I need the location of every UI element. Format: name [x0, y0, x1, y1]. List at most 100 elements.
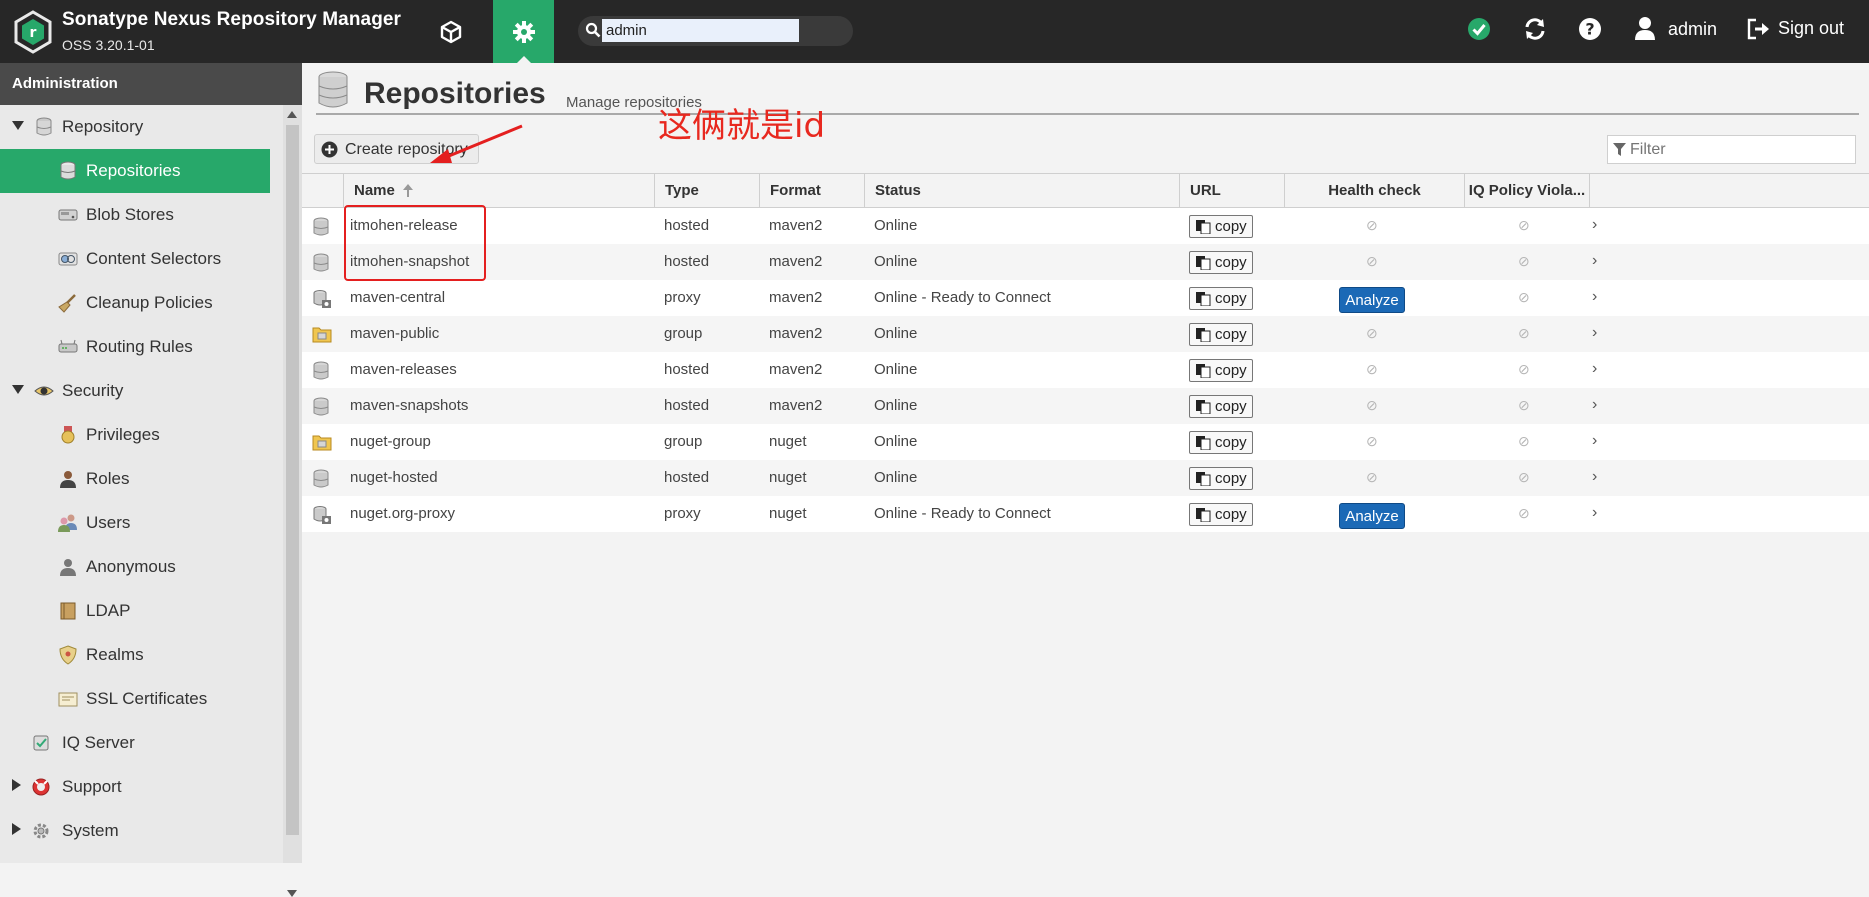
row-expand-icon[interactable]: › — [1592, 504, 1597, 522]
table-row[interactable]: maven-releases hosted maven2 Online copy… — [302, 352, 1869, 388]
table-row[interactable]: nuget.org-proxy proxy nuget Online - Rea… — [302, 496, 1869, 532]
table-row[interactable]: maven-public group maven2 Online copy ⊘ … — [302, 316, 1869, 352]
copy-label: copy — [1215, 254, 1247, 271]
expand-arrow-icon[interactable] — [12, 385, 24, 395]
repo-name[interactable]: maven-public — [350, 325, 439, 342]
table-row[interactable]: itmohen-release hosted maven2 Online cop… — [302, 208, 1869, 244]
status-ok-icon[interactable] — [1467, 17, 1491, 41]
column-header-format[interactable]: Format — [759, 174, 864, 207]
browse-mode-button[interactable] — [428, 0, 473, 63]
search-box — [578, 16, 853, 46]
copy-label: copy — [1215, 470, 1247, 487]
sidebar-item-ldap[interactable]: LDAP — [0, 589, 283, 633]
sidebar-item-cleanup-policies[interactable]: Cleanup Policies — [0, 281, 283, 325]
filter-icon — [1613, 143, 1626, 156]
expand-arrow-icon[interactable] — [12, 121, 24, 131]
sidebar-item-roles[interactable]: Roles — [0, 457, 283, 501]
column-header-status[interactable]: Status — [864, 174, 1179, 207]
repo-type: hosted — [664, 361, 710, 378]
row-expand-icon[interactable]: › — [1592, 288, 1597, 306]
sidebar-item-content-selectors[interactable]: Content Selectors — [0, 237, 283, 281]
repo-name[interactable]: itmohen-release — [350, 217, 458, 234]
table-row[interactable]: maven-central proxy maven2 Online - Read… — [302, 280, 1869, 316]
repo-name[interactable]: maven-central — [350, 289, 445, 306]
collapse-arrow-icon[interactable] — [12, 823, 22, 835]
row-expand-icon[interactable]: › — [1592, 324, 1597, 342]
refresh-icon[interactable] — [1523, 17, 1547, 41]
sidebar-item-ssl-certificates[interactable]: SSL Certificates — [0, 677, 283, 721]
table-row[interactable]: nuget-group group nuget Online copy ⊘ ⊘ … — [302, 424, 1869, 460]
scroll-down-icon[interactable] — [287, 890, 297, 897]
repo-name[interactable]: nuget-group — [350, 433, 431, 450]
user-icon[interactable] — [1634, 16, 1656, 40]
repo-name[interactable]: maven-snapshots — [350, 397, 468, 414]
repo-type: hosted — [664, 253, 710, 270]
collapse-arrow-icon[interactable] — [12, 779, 22, 791]
analyze-button[interactable]: Analyze — [1339, 287, 1405, 313]
table-row[interactable]: nuget-hosted hosted nuget Online copy ⊘ … — [302, 460, 1869, 496]
column-header-health-check[interactable]: Health check — [1284, 174, 1464, 207]
column-header-name[interactable]: Name — [343, 174, 654, 207]
create-repository-button[interactable]: Create repository — [314, 134, 479, 164]
sidebar-item-iq-server[interactable]: IQ Server — [0, 721, 283, 765]
sidebar-item-routing-rules[interactable]: Routing Rules — [0, 325, 283, 369]
user-name[interactable]: admin — [1668, 19, 1717, 40]
sidebar-item-label: Routing Rules — [86, 337, 193, 356]
repo-name[interactable]: nuget.org-proxy — [350, 505, 455, 522]
sign-out-icon[interactable] — [1746, 18, 1770, 40]
app-version: OSS 3.20.1-01 — [62, 37, 155, 53]
admin-mode-button[interactable] — [493, 0, 554, 63]
copy-url-button[interactable]: copy — [1189, 395, 1253, 418]
nexus-logo[interactable]: r — [13, 10, 53, 54]
copy-url-button[interactable]: copy — [1189, 215, 1253, 238]
row-expand-icon[interactable]: › — [1592, 360, 1597, 378]
sidebar: Administration Repository Repositories B… — [0, 63, 302, 897]
repo-name[interactable]: nuget-hosted — [350, 469, 438, 486]
sidebar-item-security[interactable]: Security — [0, 369, 283, 413]
repo-format: maven2 — [769, 217, 823, 234]
copy-url-button[interactable]: copy — [1189, 431, 1253, 454]
copy-url-button[interactable]: copy — [1189, 323, 1253, 346]
sidebar-item-users[interactable]: Users — [0, 501, 283, 545]
column-header-iq-policy[interactable]: IQ Policy Viola... — [1464, 174, 1589, 207]
analyze-button[interactable]: Analyze — [1339, 503, 1405, 529]
table-row[interactable]: maven-snapshots hosted maven2 Online cop… — [302, 388, 1869, 424]
sidebar-item-blob-stores[interactable]: Blob Stores — [0, 193, 283, 237]
sort-ascending-icon[interactable] — [403, 184, 414, 197]
sidebar-item-privileges[interactable]: Privileges — [0, 413, 283, 457]
row-expand-icon[interactable]: › — [1592, 252, 1597, 270]
sign-out-button[interactable]: Sign out — [1778, 18, 1844, 39]
row-expand-icon[interactable]: › — [1592, 396, 1597, 414]
scroll-up-icon[interactable] — [287, 111, 297, 118]
copy-url-button[interactable]: copy — [1189, 287, 1253, 310]
sidebar-item-repositories[interactable]: Repositories — [0, 149, 270, 193]
group-icon — [312, 435, 332, 451]
search-icon — [585, 22, 601, 38]
sidebar-item-support[interactable]: Support — [0, 765, 283, 809]
sidebar-item-anonymous[interactable]: Anonymous — [0, 545, 283, 589]
repo-name[interactable]: itmohen-snapshot — [350, 253, 469, 270]
help-icon[interactable]: ? — [1578, 17, 1602, 41]
sidebar-item-label: Realms — [86, 645, 144, 664]
sidebar-item-realms[interactable]: Realms — [0, 633, 283, 677]
repo-status: Online — [874, 253, 918, 270]
annotation-text: 这俩就是id — [658, 106, 826, 146]
repo-name[interactable]: maven-releases — [350, 361, 457, 378]
copy-url-button[interactable]: copy — [1189, 251, 1253, 274]
scrollbar-thumb[interactable] — [286, 125, 299, 835]
filter-input[interactable] — [1630, 139, 1850, 160]
sidebar-scrollbar[interactable] — [283, 105, 302, 897]
row-expand-icon[interactable]: › — [1592, 468, 1597, 486]
repo-status: Online — [874, 325, 918, 342]
search-input[interactable] — [602, 19, 799, 42]
sidebar-item-repository[interactable]: Repository — [0, 105, 283, 149]
copy-url-button[interactable]: copy — [1189, 467, 1253, 490]
table-row[interactable]: itmohen-snapshot hosted maven2 Online co… — [302, 244, 1869, 280]
copy-url-button[interactable]: copy — [1189, 359, 1253, 382]
copy-url-button[interactable]: copy — [1189, 503, 1253, 526]
row-expand-icon[interactable]: › — [1592, 432, 1597, 450]
sidebar-item-system[interactable]: System — [0, 809, 283, 853]
row-expand-icon[interactable]: › — [1592, 216, 1597, 234]
column-header-type[interactable]: Type — [654, 174, 759, 207]
column-header-url[interactable]: URL — [1179, 174, 1284, 207]
